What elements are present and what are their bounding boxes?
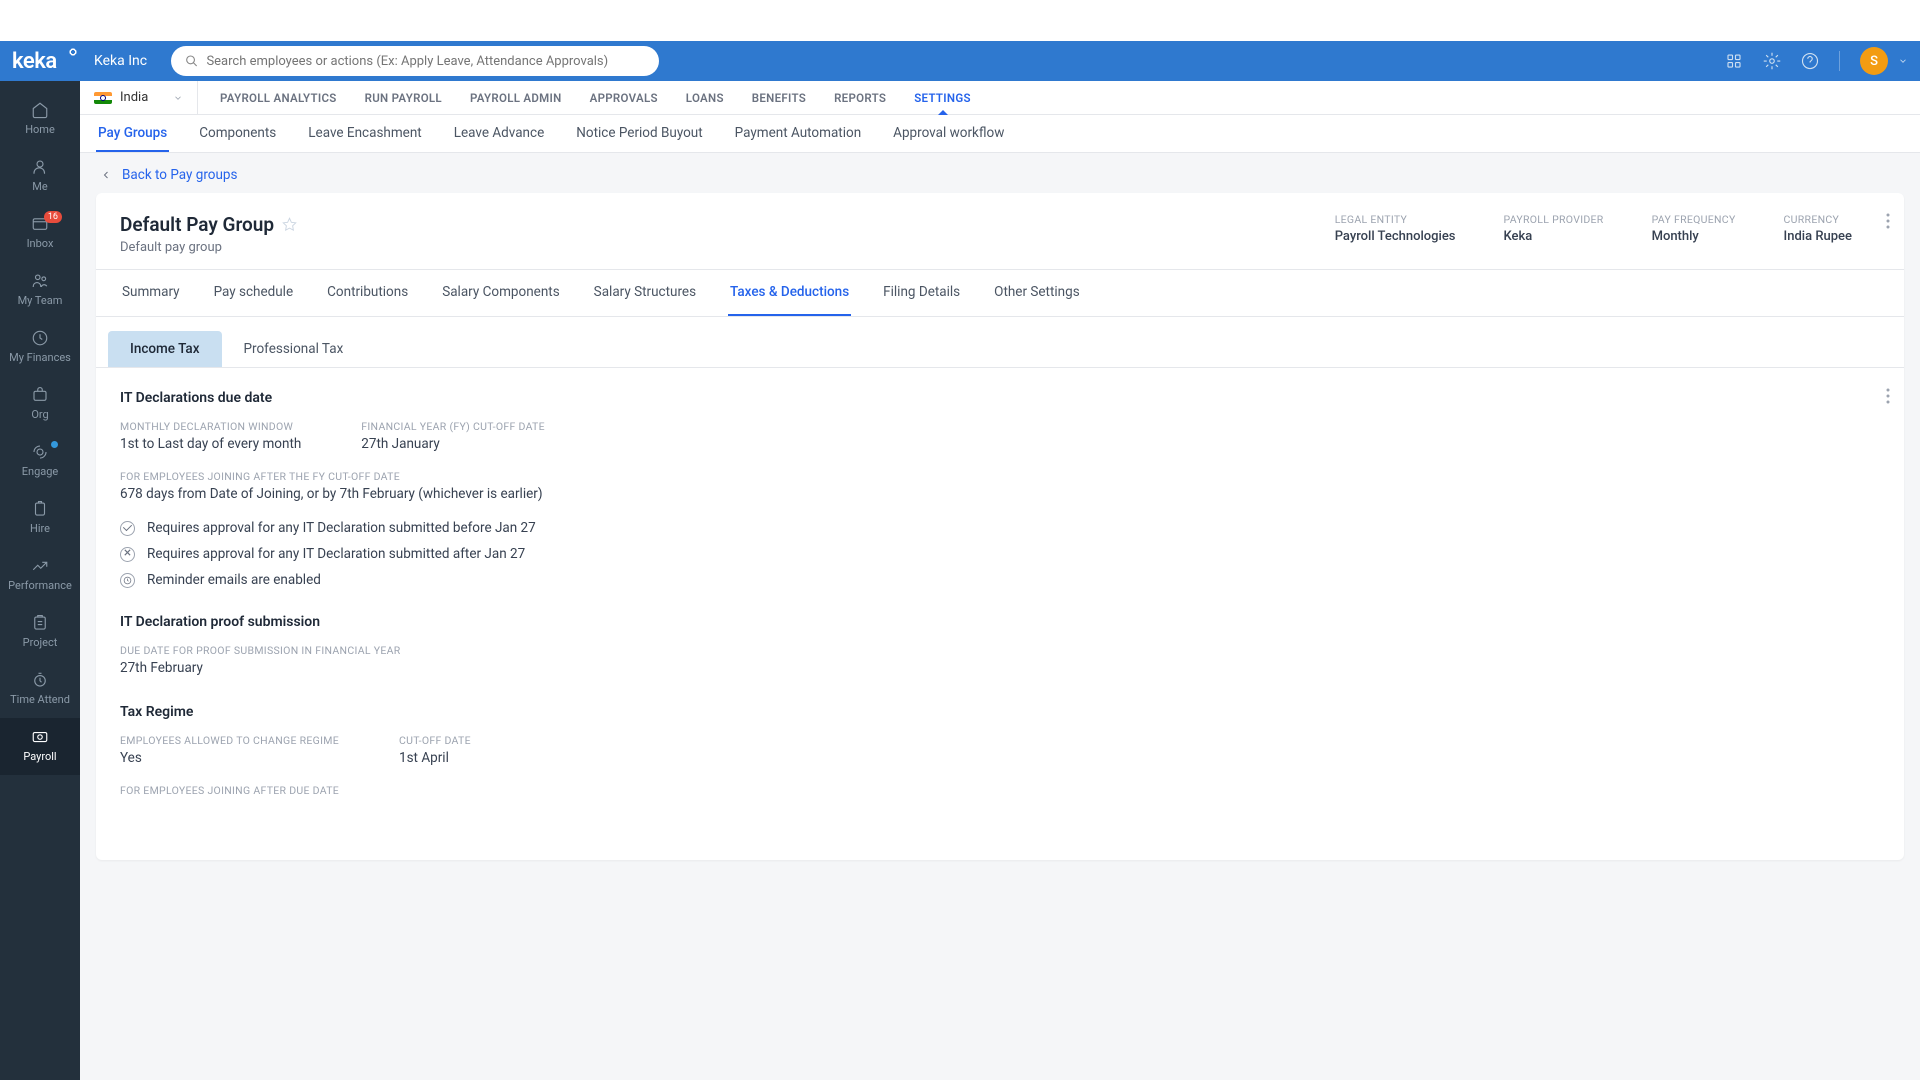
sidebar-item-time-attend[interactable]: Time Attend <box>0 661 80 718</box>
chevron-down-icon <box>173 93 183 103</box>
paygroup-header: Default Pay Group Default pay group LEGA… <box>96 193 1904 270</box>
sidebar-item-my-team[interactable]: My Team <box>0 262 80 319</box>
proof-label: DUE DATE FOR PROOF SUBMISSION IN FINANCI… <box>120 644 1880 657</box>
back-link[interactable]: Back to Pay groups <box>122 167 237 183</box>
top-nav: India PAYROLL ANALYTICSRUN PAYROLLPAYROL… <box>80 81 1920 115</box>
status-item: Requires approval for any IT Declaration… <box>120 520 1880 536</box>
top-tab-payroll-analytics[interactable]: PAYROLL ANALYTICS <box>206 81 351 114</box>
inner-tab-contributions[interactable]: Contributions <box>325 270 410 316</box>
field-item: MONTHLY DECLARATION WINDOW1st to Last da… <box>120 420 301 452</box>
clock-icon <box>120 573 135 588</box>
sub-tab-notice-period-buyout[interactable]: Notice Period Buyout <box>574 115 704 152</box>
sidebar-item-inbox[interactable]: Inbox16 <box>0 205 80 262</box>
inner-tab-salary-structures[interactable]: Salary Structures <box>592 270 698 316</box>
sidebar-item-hire[interactable]: Hire <box>0 490 80 547</box>
chevron-left-icon[interactable] <box>100 169 112 181</box>
top-tab-settings[interactable]: SETTINGS <box>900 81 985 114</box>
gear-icon[interactable] <box>1763 52 1781 70</box>
page-title: Default Pay Group <box>120 213 297 236</box>
page-subtitle: Default pay group <box>120 240 297 255</box>
country-selector[interactable]: India <box>80 81 198 114</box>
sidebar-item-performance[interactable]: Performance <box>0 547 80 604</box>
sidebar-item-engage[interactable]: Engage <box>0 433 80 490</box>
top-tab-payroll-admin[interactable]: PAYROLL ADMIN <box>456 81 576 114</box>
proof-value: 27th February <box>120 660 1880 676</box>
breadcrumb: Back to Pay groups <box>80 153 1920 193</box>
top-tab-approvals[interactable]: APPROVALS <box>576 81 672 114</box>
sub-tab-components[interactable]: Components <box>197 115 278 152</box>
top-tab-loans[interactable]: LOANS <box>672 81 738 114</box>
tax-tab-income-tax[interactable]: Income Tax <box>108 331 222 367</box>
meta-item: PAY FREQUENCYMonthly <box>1652 213 1736 244</box>
search-box[interactable] <box>171 46 659 76</box>
help-icon[interactable] <box>1801 52 1819 70</box>
company-name: Keka Inc <box>94 53 147 69</box>
app-header: keka Keka Inc S <box>0 41 1920 81</box>
field-item: EMPLOYEES ALLOWED TO CHANGE REGIMEYes <box>120 734 339 766</box>
flag-icon <box>94 92 112 104</box>
joining-value: 678 days from Date of Joining, or by 7th… <box>120 486 1880 502</box>
top-tab-reports[interactable]: REPORTS <box>820 81 900 114</box>
content-card: Default Pay Group Default pay group LEGA… <box>96 193 1904 860</box>
inner-tab-pay-schedule[interactable]: Pay schedule <box>212 270 296 316</box>
more-button[interactable] <box>1886 213 1890 233</box>
section-title-it-decl: IT Declarations due date <box>120 390 1880 406</box>
section-title-regime: Tax Regime <box>120 704 1880 720</box>
sub-nav: Pay Groups Components Leave Encashment Leav… <box>80 115 1920 153</box>
field-item: FINANCIAL YEAR (FY) CUT-OFF DATE27th Jan… <box>361 420 545 452</box>
inner-tab-other-settings[interactable]: Other Settings <box>992 270 1082 316</box>
top-tab-benefits[interactable]: BENEFITS <box>738 81 820 114</box>
apps-icon[interactable] <box>1725 52 1743 70</box>
section-body: IT Declarations due date MONTHLY DECLARA… <box>96 368 1904 860</box>
sidebar-item-home[interactable]: Home <box>0 91 80 148</box>
meta-item: CURRENCYIndia Rupee <box>1784 213 1852 244</box>
inner-tabs: Summary Pay schedule Contributions Salary C… <box>96 270 1904 317</box>
inner-tab-summary[interactable]: Summary <box>120 270 182 316</box>
tax-tabs: Income TaxProfessional Tax <box>96 317 1904 368</box>
meta-item: PAYROLL PROVIDERKeka <box>1504 213 1604 244</box>
meta-item: LEGAL ENTITYPayroll Technologies <box>1335 213 1456 244</box>
sidebar-item-project[interactable]: Project <box>0 604 80 661</box>
field-item: CUT-OFF DATE1st April <box>399 734 471 766</box>
top-tab-run-payroll[interactable]: RUN PAYROLL <box>351 81 456 114</box>
logo: keka <box>12 49 80 74</box>
chevron-down-icon[interactable] <box>1898 56 1908 66</box>
joining-label: FOR EMPLOYEES JOINING AFTER THE FY CUT-O… <box>120 470 1880 483</box>
sidebar-item-payroll[interactable]: Payroll <box>0 718 80 775</box>
inner-tab-filing-details[interactable]: Filing Details <box>881 270 962 316</box>
inner-tab-salary-components[interactable]: Salary Components <box>440 270 561 316</box>
sub-tab-pay-groups[interactable]: Pay Groups <box>96 115 169 152</box>
tax-tab-professional-tax[interactable]: Professional Tax <box>222 331 366 367</box>
search-icon <box>185 54 198 68</box>
status-item: Reminder emails are enabled <box>120 572 1880 588</box>
avatar[interactable]: S <box>1860 47 1888 75</box>
status-item: Requires approval for any IT Declaration… <box>120 546 1880 562</box>
sub-tab-leave-advance[interactable]: Leave Advance <box>452 115 547 152</box>
check-icon <box>120 521 135 536</box>
sidebar-item-me[interactable]: Me <box>0 148 80 205</box>
search-input[interactable] <box>206 54 645 69</box>
inner-tab-taxes-deductions[interactable]: Taxes & Deductions <box>728 270 851 316</box>
section-title-proof: IT Declaration proof submission <box>120 614 1880 630</box>
regime-after-label: FOR EMPLOYEES JOINING AFTER DUE DATE <box>120 784 1880 797</box>
sub-tab-leave-encashment[interactable]: Leave Encashment <box>306 115 423 152</box>
sub-tab-approval-workflow[interactable]: Approval workflow <box>891 115 1006 152</box>
section-more-button[interactable] <box>1886 388 1890 408</box>
sidebar: HomeMeInbox16My TeamMy FinancesOrgEngage… <box>0 81 80 1080</box>
star-icon[interactable] <box>282 217 297 232</box>
sub-tab-payment-automation[interactable]: Payment Automation <box>733 115 864 152</box>
sidebar-item-org[interactable]: Org <box>0 376 80 433</box>
x-icon <box>120 547 135 562</box>
sidebar-item-my-finances[interactable]: My Finances <box>0 319 80 376</box>
